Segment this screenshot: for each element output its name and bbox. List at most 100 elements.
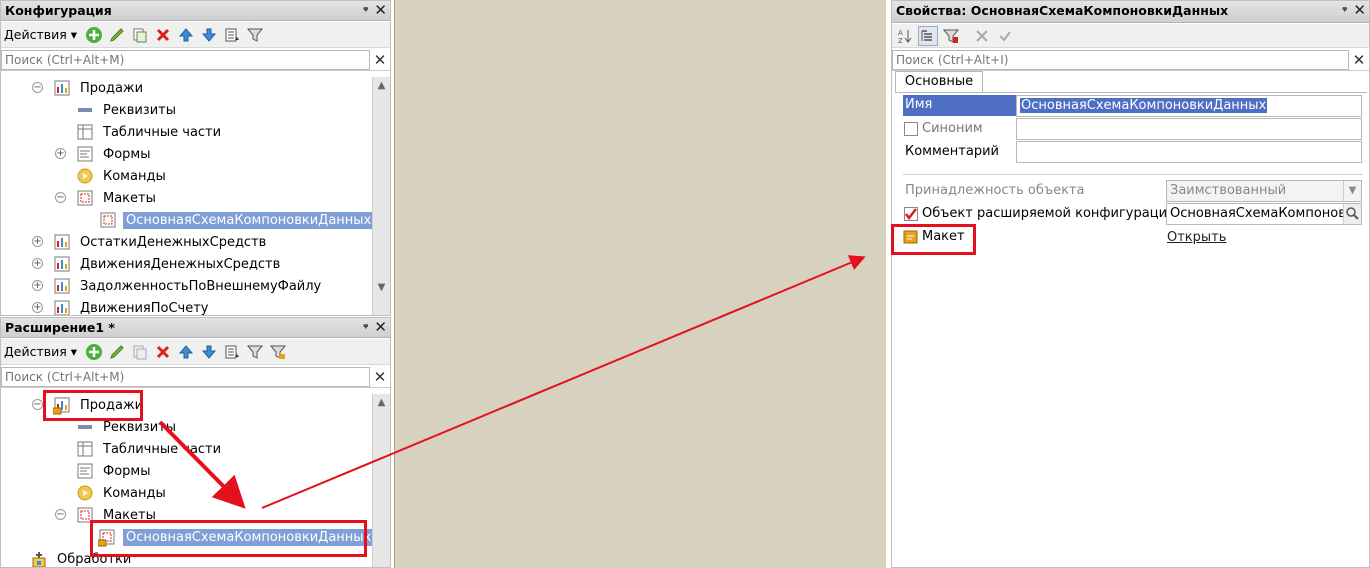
properties-search-input[interactable] bbox=[892, 49, 1349, 70]
expand-icon[interactable]: + bbox=[32, 258, 43, 269]
clear-search-icon[interactable]: ✕ bbox=[370, 51, 390, 69]
scroll-up-icon[interactable]: ▲ bbox=[373, 394, 390, 412]
expand-icon[interactable]: + bbox=[32, 280, 43, 291]
tree-row-label: ДвиженияПоСчету bbox=[80, 300, 209, 316]
belonging-value: Заимствованный bbox=[1170, 183, 1287, 198]
collapse-icon[interactable]: − bbox=[32, 399, 43, 410]
form-icon bbox=[77, 463, 93, 479]
svg-text:Z: Z bbox=[898, 37, 903, 44]
belonging-label: Принадлежность объекта bbox=[905, 183, 1085, 198]
properties-title: Свойства: ОсновнаяСхемаКомпоновкиДанных bbox=[896, 3, 1229, 18]
scroll-down-icon[interactable]: ▼ bbox=[373, 279, 390, 297]
collapse-icon[interactable]: − bbox=[55, 192, 66, 203]
search-icon[interactable] bbox=[1343, 204, 1361, 224]
properties-search: ✕ bbox=[892, 49, 1369, 71]
close-icon[interactable]: ✕ bbox=[374, 319, 387, 336]
ext-object-field[interactable]: ОсновнаяСхемаКомпоновкиДанных bbox=[1166, 203, 1362, 225]
collapse-icon[interactable]: − bbox=[55, 509, 66, 520]
cancel-icon[interactable] bbox=[972, 26, 992, 46]
filter-borrowed-icon[interactable] bbox=[268, 342, 288, 362]
add-icon[interactable] bbox=[84, 342, 104, 362]
section-divider bbox=[903, 174, 1363, 175]
copy-icon[interactable] bbox=[130, 25, 150, 45]
config-scrollbar[interactable]: ▲ ▼ bbox=[372, 77, 390, 315]
pin-icon[interactable]: ᵠ bbox=[363, 319, 368, 336]
highlight-template bbox=[891, 224, 976, 255]
expand-icon[interactable]: + bbox=[55, 148, 66, 159]
properties-toolbar: AZ bbox=[892, 24, 1369, 48]
tree-row-label: ОсновнаяСхемаКомпоновкиДанных bbox=[123, 211, 375, 229]
actions-menu[interactable]: Действия ▾ bbox=[4, 344, 77, 359]
config-search-input[interactable] bbox=[1, 49, 370, 70]
actions-menu[interactable]: Действия ▾ bbox=[4, 27, 77, 42]
filter-icon[interactable] bbox=[941, 26, 961, 46]
collapse-icon[interactable]: − bbox=[32, 82, 43, 93]
close-icon[interactable]: ✕ bbox=[1353, 2, 1366, 19]
move-down-icon[interactable] bbox=[199, 342, 219, 362]
name-value: ОсновнаяСхемаКомпоновкиДанных bbox=[1020, 98, 1268, 113]
open-template-link[interactable]: Открыть bbox=[1167, 230, 1226, 245]
move-up-icon[interactable] bbox=[176, 25, 196, 45]
tree-row-label: Продажи bbox=[80, 80, 144, 96]
expand-icon[interactable]: + bbox=[32, 236, 43, 247]
attribute-icon bbox=[77, 419, 93, 435]
extension-toolbar: Действия ▾ bbox=[1, 339, 390, 365]
synonym-checkbox[interactable] bbox=[904, 122, 918, 136]
delete-icon[interactable] bbox=[153, 342, 173, 362]
tab-main[interactable]: Основные bbox=[895, 71, 983, 93]
command-icon bbox=[77, 168, 93, 184]
pin-icon[interactable]: ᵠ bbox=[1342, 2, 1347, 19]
edit-icon[interactable] bbox=[107, 25, 127, 45]
extension-scrollbar[interactable]: ▲ bbox=[372, 394, 390, 567]
filter-icon[interactable] bbox=[245, 25, 265, 45]
config-search: ✕ bbox=[1, 49, 390, 71]
extension-search: ✕ bbox=[1, 366, 390, 388]
command-icon bbox=[77, 485, 93, 501]
expand-icon[interactable]: + bbox=[32, 302, 43, 313]
close-icon[interactable]: ✕ bbox=[374, 2, 387, 19]
extension-search-input[interactable] bbox=[1, 366, 370, 387]
clear-search-icon[interactable]: ✕ bbox=[1349, 51, 1369, 69]
ext-object-value: ОсновнаяСхемаКомпоновкиДанных bbox=[1170, 206, 1361, 221]
pin-icon[interactable]: ᵠ bbox=[363, 2, 368, 19]
attribute-icon bbox=[77, 102, 93, 118]
delete-icon[interactable] bbox=[153, 25, 173, 45]
sort-icon[interactable] bbox=[222, 25, 242, 45]
sort-icon[interactable] bbox=[222, 342, 242, 362]
config-pane: Конфигурация ᵠ ✕ Действия ▾ ✕ − Продажи … bbox=[0, 0, 391, 316]
tree-row-label: Команды bbox=[103, 168, 166, 184]
template-icon bbox=[77, 190, 93, 206]
tree-row-label: ЗадолженностьПоВнешнемуФайлу bbox=[80, 278, 322, 294]
chevron-down-icon[interactable]: ▼ bbox=[1343, 181, 1361, 201]
name-field[interactable]: ОсновнаяСхемаКомпоновкиДанных bbox=[1016, 95, 1362, 117]
categorized-icon[interactable] bbox=[918, 25, 938, 46]
tab-divider bbox=[895, 92, 1367, 93]
belonging-select[interactable]: Заимствованный ▼ bbox=[1166, 180, 1362, 202]
synonym-field[interactable] bbox=[1016, 118, 1362, 140]
move-down-icon[interactable] bbox=[199, 25, 219, 45]
clear-search-icon[interactable]: ✕ bbox=[370, 368, 390, 386]
filter-icon[interactable] bbox=[245, 342, 265, 362]
svg-text:A: A bbox=[898, 29, 903, 37]
document-icon bbox=[54, 80, 70, 96]
extension-title: Расширение1 * bbox=[5, 320, 115, 335]
workspace-area bbox=[394, 0, 886, 568]
ext-object-checkbox[interactable] bbox=[904, 207, 918, 221]
tree-row-label: Макеты bbox=[103, 190, 156, 206]
sort-alpha-icon[interactable]: AZ bbox=[895, 26, 915, 46]
confirm-icon[interactable] bbox=[995, 26, 1015, 46]
tree-row-label: Реквизиты bbox=[103, 102, 176, 118]
config-toolbar: Действия ▾ bbox=[1, 22, 390, 48]
properties-titlebar: Свойства: ОсновнаяСхемаКомпоновкиДанных … bbox=[892, 1, 1369, 23]
name-label: Имя bbox=[905, 97, 933, 112]
config-titlebar: Конфигурация ᵠ ✕ bbox=[1, 1, 390, 21]
move-up-icon[interactable] bbox=[176, 342, 196, 362]
edit-icon[interactable] bbox=[107, 342, 127, 362]
add-icon[interactable] bbox=[84, 25, 104, 45]
comment-field[interactable] bbox=[1016, 141, 1362, 163]
register-icon bbox=[54, 300, 70, 315]
tree-row-label: Табличные части bbox=[103, 124, 222, 140]
ext-object-label: Объект расширяемой конфигурации bbox=[922, 206, 1176, 221]
copy-icon[interactable] bbox=[130, 342, 150, 362]
scroll-up-icon[interactable]: ▲ bbox=[373, 77, 390, 95]
